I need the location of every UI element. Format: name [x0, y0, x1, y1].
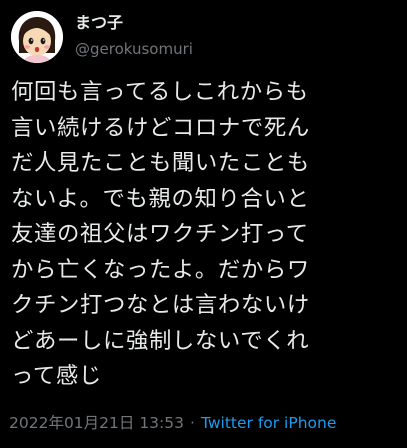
tweet-text-line: 何回も言ってるしこれからも — [11, 79, 309, 105]
tweet-text-line: どあーしに強制しないでくれ — [11, 327, 310, 354]
tweet-text-line: だ人見たことも聞いたことも — [11, 150, 310, 176]
tweet-text-line: ないよ。でも親の知り合いと — [11, 185, 310, 212]
tweet-text-line: 言い続けるけどコロナで死ん — [11, 114, 310, 141]
tweet-text: 何回も言ってるしこれからも 言い続けるけどコロナで死ん だ人見たことも聞いたこと… — [11, 75, 403, 395]
cartoon-girl-avatar-icon — [11, 11, 63, 63]
tweet-card: まつ子 @gerokusomuri 何回も言ってるしこれからも 言い続けるけどコ… — [0, 0, 407, 448]
tweet-text-line: 友達の祖父はワクチン打って — [11, 221, 309, 247]
tweet-meta: 2022年01月21日 13:53 · Twitter for iPhone — [9, 413, 336, 433]
user-names: まつ子 @gerokusomuri — [75, 13, 193, 59]
avatar[interactable] — [11, 11, 63, 63]
tweet-timestamp[interactable]: 2022年01月21日 13:53 — [9, 414, 184, 432]
user-handle[interactable]: @gerokusomuri — [75, 39, 193, 59]
meta-separator: · — [190, 414, 195, 432]
display-name[interactable]: まつ子 — [75, 13, 193, 33]
tweet-text-line: って感じ — [11, 363, 102, 389]
tweet-source-link[interactable]: Twitter for iPhone — [201, 414, 336, 432]
tweet-text-line: クチン打つなとは言わないけ — [11, 292, 310, 318]
tweet-text-line: から亡くなったよ。だからワ — [11, 256, 310, 283]
tweet-header: まつ子 @gerokusomuri — [11, 11, 193, 63]
